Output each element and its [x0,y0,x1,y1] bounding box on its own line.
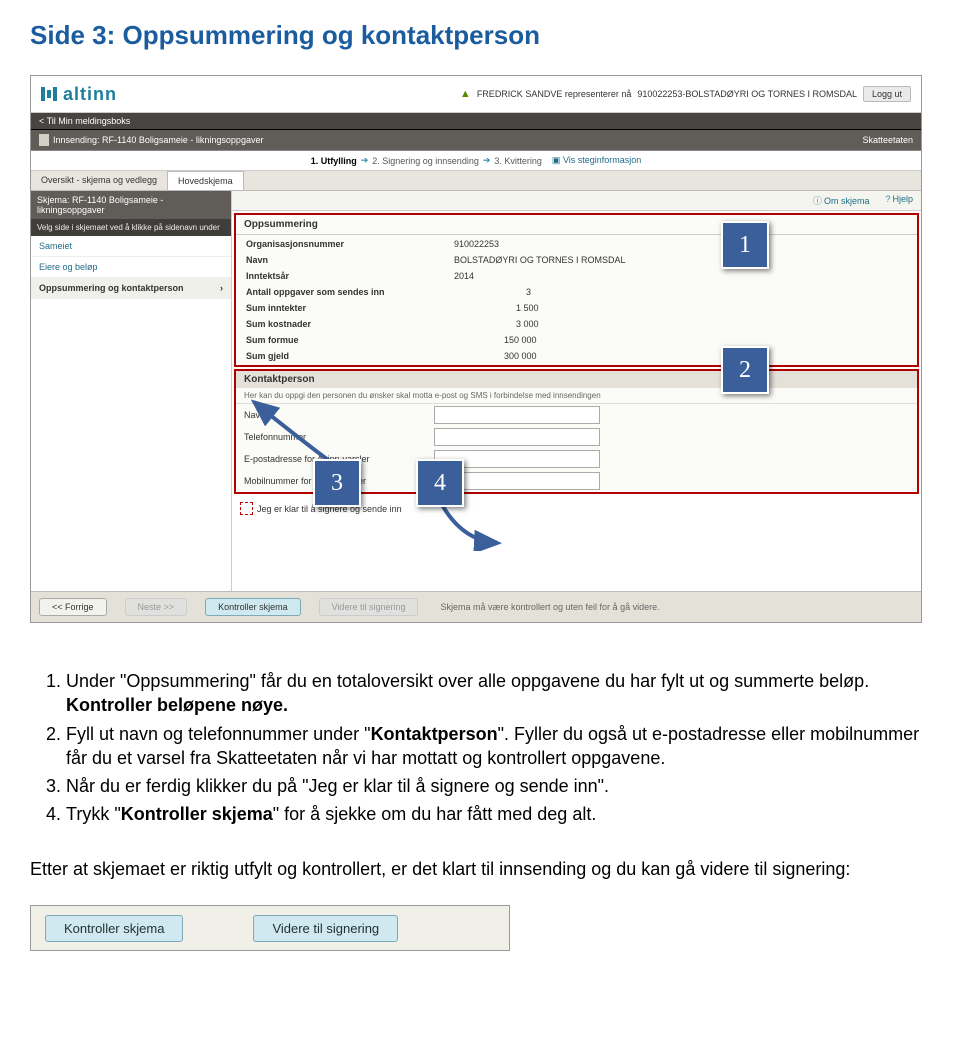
summary-label: Sum inntekter [238,301,444,315]
summary-title: Oppsummering [236,215,917,235]
content: ⓘOm skjema ?Hjelp Oppsummering Organisas… [232,191,921,591]
arrow-icon: ➔ [361,155,369,166]
summary-label: Sum formue [238,333,444,347]
page-title: Side 3: Oppsummering og kontaktperson [30,20,930,51]
bottom-note: Skjema må være kontrollert og uten feil … [440,602,659,612]
summary-value: 910022253 [446,237,915,251]
summary-panel: Oppsummering Organisasjonsnummer91002225… [234,213,919,367]
topbar: altinn ▲ FREDRICK SANDVE representerer n… [31,76,921,113]
summary-value: 150 000 [446,333,915,347]
field-label: Navn [244,410,434,420]
explain-item-3: Når du er ferdig klikker du på "Jeg er k… [66,774,930,798]
topbar-user: ▲ FREDRICK SANDVE representerer nå 91002… [460,86,911,102]
explanation-list: Under "Oppsummering" får du en totalover… [30,669,930,827]
summary-label: Inntektsår [238,269,444,283]
arrow-icon: ➔ [483,155,491,166]
back-link[interactable]: < Til Min meldingsboks [39,116,130,126]
footer-forward-button[interactable]: Videre til signering [253,915,398,942]
ready-checkbox[interactable] [240,502,253,515]
form-tabs: Oversikt - skjema og vedlegg Hovedskjema [31,171,921,191]
contact-title: Kontaktperson [236,371,917,388]
explain-item-1: Under "Oppsummering" får du en totalover… [66,669,930,718]
main-area: Skjema: RF-1140 Boligsameie - likningsop… [31,191,921,591]
altinn-logo: altinn [41,84,117,105]
summary-label: Sum kostnader [238,317,444,331]
show-step-info-link[interactable]: ▣ Vis steginformasjon [552,155,641,166]
summary-value: 2014 [446,269,915,283]
callout-4: 4 [416,459,464,507]
summary-value: BOLSTADØYRI OG TORNES I ROMSDAL [446,253,915,267]
chevron-right-icon: › [220,283,223,293]
step-2: 2. Signering og innsending [372,156,479,166]
callout-1: 1 [721,221,769,269]
summary-label: Navn [238,253,444,267]
step-3: 3. Kvittering [494,156,542,166]
logout-button[interactable]: Logg ut [863,86,911,102]
summary-value: 1 500 [446,301,915,315]
content-infobar: ⓘOm skjema ?Hjelp [232,191,921,211]
explain-item-2: Fyll ut navn og telefonnummer under "Kon… [66,722,930,771]
footer-buttons-image: Kontroller skjema Videre til signering [30,905,510,951]
summary-value: 300 000 [446,349,915,363]
explain-item-4: Trykk "Kontroller skjema" for å sjekke o… [66,802,930,826]
field-label: Telefonnummer [244,432,434,442]
check-schema-button[interactable]: Kontroller skjema [205,598,301,616]
footer-check-button[interactable]: Kontroller skjema [45,915,183,942]
session-title: Innsending: RF-1140 Boligsameie - liknin… [53,135,263,145]
back-bar: < Til Min meldingsboks [31,113,921,130]
sidebar-desc: Velg side i skjemaet ved å klikke på sid… [31,219,231,236]
tab-main[interactable]: Hovedskjema [167,171,244,190]
summary-label: Antall oppgaver som sendes inn [238,285,444,299]
callout-3: 3 [313,459,361,507]
contact-note: Her kan du oppgi den personen du ønsker … [236,388,917,404]
callout-2: 2 [721,346,769,394]
step-indicator: 1. Utfylling ➔ 2. Signering og innsendin… [31,151,921,171]
forward-button[interactable]: Videre til signering [319,598,419,616]
user-org: 910022253-BOLSTADØYRI OG TORNES I ROMSDA… [637,89,857,99]
tab-overview[interactable]: Oversikt - skjema og vedlegg [31,171,167,190]
summary-label: Sum gjeld [238,349,444,363]
authority: Skatteetaten [862,135,913,145]
summary-label: Organisasjonsnummer [238,237,444,251]
prev-button[interactable]: << Forrige [39,598,107,616]
document-icon [39,134,49,146]
summary-value: 3 000 [446,317,915,331]
summary-table: Organisasjonsnummer910022253 NavnBOLSTAD… [236,235,917,365]
user-prefix: FREDRICK SANDVE representerer nå [477,89,632,99]
altinn-logo-icon [41,87,57,101]
about-schema-link[interactable]: ⓘOm skjema [813,194,870,207]
user-icon: ▲ [460,88,471,100]
post-text: Etter at skjemaet er riktig utfylt og ko… [30,857,930,881]
help-link[interactable]: ?Hjelp [885,194,913,207]
sidebar-item-oppsummering[interactable]: Oppsummering og kontaktperson › [31,278,231,299]
altinn-screenshot: altinn ▲ FREDRICK SANDVE representerer n… [30,75,922,623]
sidebar-item-eiere[interactable]: Eiere og beløp [31,257,231,278]
sidebar-title: Skjema: RF-1140 Boligsameie - likningsop… [31,191,231,219]
contact-name-input[interactable] [434,406,600,424]
summary-value: 3 [446,285,915,299]
sidebar-item-sameiet[interactable]: Sameiet [31,236,231,257]
session-tab: Innsending: RF-1140 Boligsameie - liknin… [31,130,921,151]
contact-phone-input[interactable] [434,428,600,446]
step-1: 1. Utfylling [311,156,357,166]
next-button[interactable]: Neste >> [125,598,188,616]
bottom-bar: << Forrige Neste >> Kontroller skjema Vi… [31,591,921,622]
sidebar: Skjema: RF-1140 Boligsameie - likningsop… [31,191,232,591]
altinn-logo-text: altinn [63,84,117,105]
